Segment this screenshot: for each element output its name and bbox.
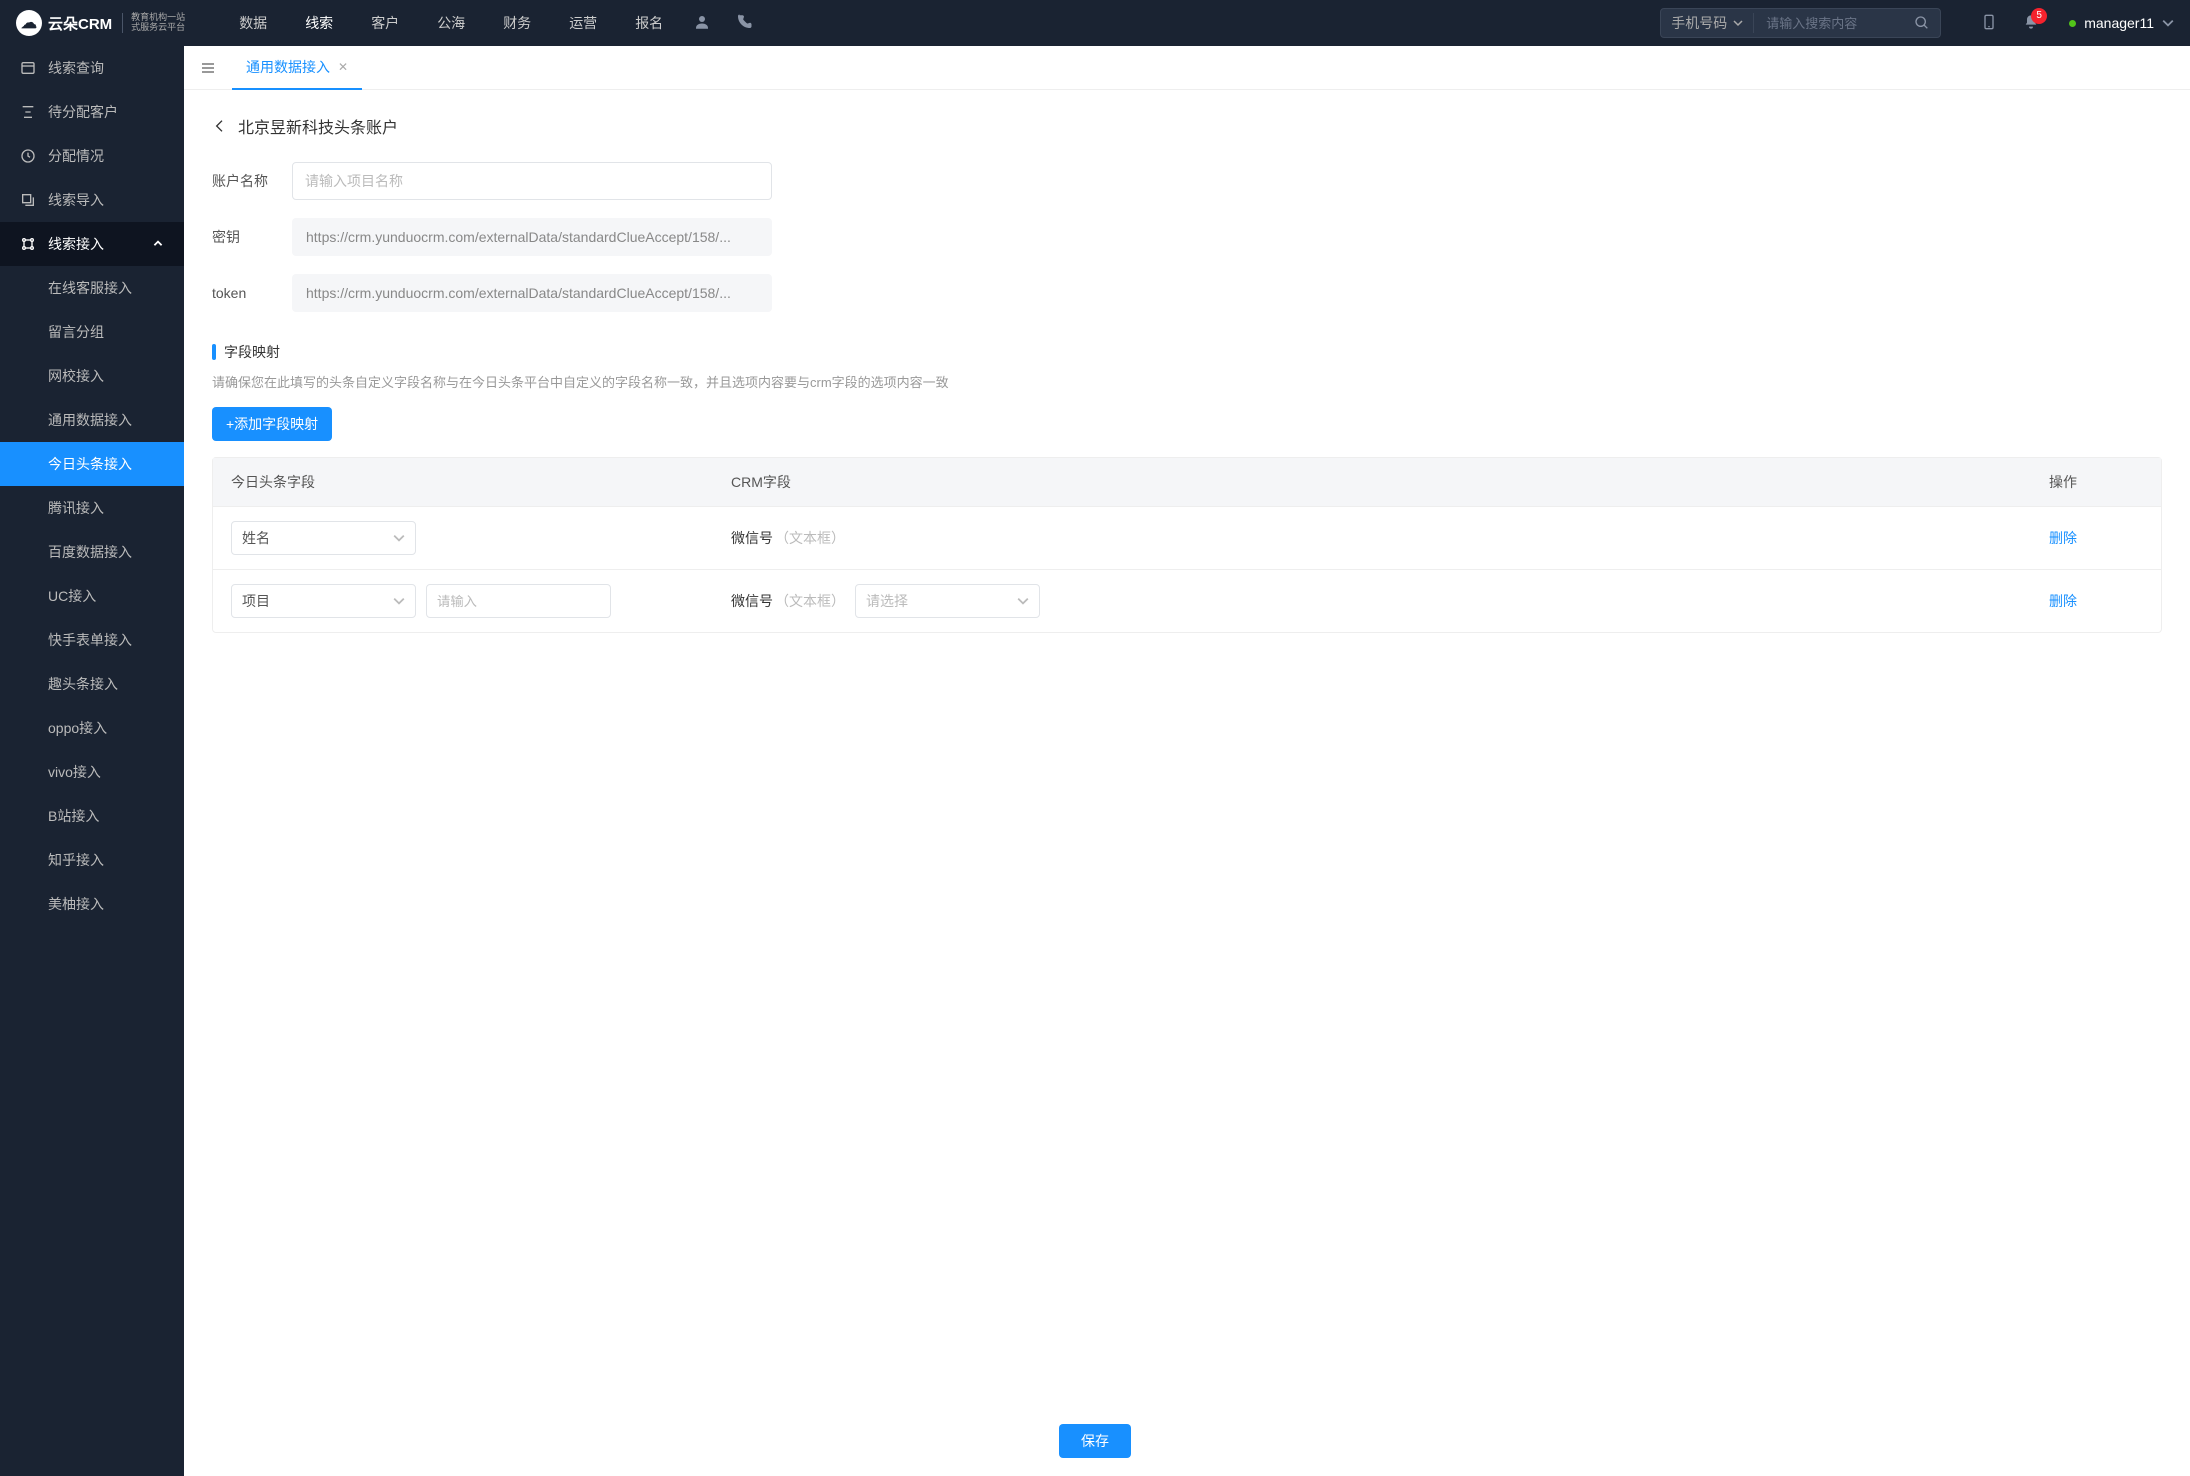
delete-button[interactable]: 删除 bbox=[2049, 591, 2077, 611]
sidebar-item-label: 待分配客户 bbox=[48, 102, 118, 122]
delete-button[interactable]: 删除 bbox=[2049, 528, 2077, 548]
sidebar-sub-item[interactable]: 今日头条接入 bbox=[0, 442, 184, 486]
account-name-input[interactable] bbox=[292, 162, 772, 200]
chevron-down-icon bbox=[2162, 17, 2174, 29]
table-row: 姓名 微信号（文本框） 删除 bbox=[213, 506, 2161, 569]
source-field-select[interactable]: 姓名 bbox=[231, 521, 416, 555]
username: manager11 bbox=[2084, 15, 2154, 31]
nav-item[interactable]: 公海 bbox=[437, 13, 465, 33]
nav-item[interactable]: 线索 bbox=[305, 13, 333, 33]
secret-value: https://crm.yunduocrm.com/externalData/s… bbox=[292, 218, 772, 256]
chevron-icon bbox=[152, 238, 164, 250]
crm-field-type: （文本框） bbox=[775, 593, 845, 609]
search-type-select[interactable]: 手机号码 bbox=[1661, 13, 1754, 33]
chevron-down-icon bbox=[393, 532, 405, 544]
crm-field-select[interactable]: 请选择 bbox=[855, 584, 1040, 618]
field-mapping-table: 今日头条字段 CRM字段 操作 姓名微信号（文本框）删除项目微信号（文本框）请选… bbox=[212, 457, 2162, 633]
account-name-label: 账户名称 bbox=[212, 171, 292, 191]
brand-name: 云朵CRM bbox=[48, 13, 112, 34]
secret-label: 密钥 bbox=[212, 227, 292, 247]
notification-badge: 5 bbox=[2031, 8, 2047, 24]
table-row: 项目 微信号（文本框） 请选择 删除 bbox=[213, 569, 2161, 632]
sidebar-item[interactable]: 待分配客户 bbox=[0, 90, 184, 134]
tab[interactable]: 通用数据接入 ✕ bbox=[232, 46, 362, 90]
sidebar-item-label: 分配情况 bbox=[48, 146, 104, 166]
user-menu[interactable]: manager11 bbox=[2069, 15, 2174, 31]
sidebar-item-label: 线索查询 bbox=[48, 58, 104, 78]
back-icon[interactable] bbox=[212, 118, 228, 134]
tabs-bar: 通用数据接入 ✕ bbox=[184, 46, 2190, 90]
sidebar-item-label: 线索接入 bbox=[48, 234, 104, 254]
save-button[interactable]: 保存 bbox=[1059, 1424, 1131, 1458]
sidebar-sub-item[interactable]: vivo接入 bbox=[0, 750, 184, 794]
sidebar-sub-item[interactable]: 在线客服接入 bbox=[0, 266, 184, 310]
user-icon[interactable] bbox=[693, 13, 711, 34]
nav-item[interactable]: 财务 bbox=[503, 13, 531, 33]
token-label: token bbox=[212, 285, 292, 301]
sidebar-icon bbox=[20, 192, 36, 208]
brand-tagline: 教育机构一站 式服务云平台 bbox=[122, 13, 185, 33]
table-col-source: 今日头条字段 bbox=[213, 458, 713, 506]
sidebar-sub-item[interactable]: 通用数据接入 bbox=[0, 398, 184, 442]
nav-item[interactable]: 客户 bbox=[371, 13, 399, 33]
tab-label: 通用数据接入 bbox=[246, 57, 330, 77]
chevron-down-icon bbox=[1733, 18, 1743, 28]
source-field-select[interactable]: 项目 bbox=[231, 584, 416, 618]
sidebar-sub-item[interactable]: 快手表单接入 bbox=[0, 618, 184, 662]
cloud-icon: ☁ bbox=[16, 10, 42, 36]
brand-logo: ☁ 云朵CRM 教育机构一站 式服务云平台 bbox=[16, 10, 185, 36]
sidebar-item[interactable]: 线索查询 bbox=[0, 46, 184, 90]
sidebar-sub-item[interactable]: 美柚接入 bbox=[0, 882, 184, 926]
sidebar-sub-item[interactable]: 知乎接入 bbox=[0, 838, 184, 882]
sidebar-item-label: 线索导入 bbox=[48, 190, 104, 210]
sidebar-icon bbox=[20, 236, 36, 252]
sidebar-item[interactable]: 线索接入 bbox=[0, 222, 184, 266]
sidebar-item[interactable]: 线索导入 bbox=[0, 178, 184, 222]
sidebar-icon bbox=[20, 148, 36, 164]
search-button[interactable] bbox=[1904, 9, 1940, 37]
add-field-mapping-button[interactable]: +添加字段映射 bbox=[212, 407, 332, 441]
sidebar-sub-item[interactable]: B站接入 bbox=[0, 794, 184, 838]
status-dot bbox=[2069, 20, 2076, 27]
mobile-icon[interactable] bbox=[1981, 14, 1997, 33]
phone-icon[interactable] bbox=[735, 13, 753, 34]
sidebar-sub-item[interactable]: 留言分组 bbox=[0, 310, 184, 354]
chevron-down-icon bbox=[1017, 595, 1029, 607]
top-nav-items: 数据 线索 客户 公海 财务 运营 报名 bbox=[239, 13, 663, 33]
chevron-down-icon bbox=[393, 595, 405, 607]
token-value: https://crm.yunduocrm.com/externalData/s… bbox=[292, 274, 772, 312]
sidebar-icon bbox=[20, 60, 36, 76]
sidebar-icon bbox=[20, 104, 36, 120]
nav-item[interactable]: 运营 bbox=[569, 13, 597, 33]
sidebar-sub-item[interactable]: 腾讯接入 bbox=[0, 486, 184, 530]
sidebar-sub-item[interactable]: 趣头条接入 bbox=[0, 662, 184, 706]
nav-item[interactable]: 报名 bbox=[635, 13, 663, 33]
nav-item[interactable]: 数据 bbox=[239, 13, 267, 33]
table-col-action: 操作 bbox=[2031, 458, 2161, 506]
bell-icon[interactable]: 5 bbox=[2023, 14, 2039, 33]
crm-field-name: 微信号 bbox=[731, 530, 773, 546]
source-field-input[interactable] bbox=[426, 584, 611, 618]
menu-toggle-icon[interactable] bbox=[194, 54, 222, 82]
sidebar-item[interactable]: 分配情况 bbox=[0, 134, 184, 178]
sidebar-sub-item[interactable]: 百度数据接入 bbox=[0, 530, 184, 574]
sidebar-sub-item[interactable]: 网校接入 bbox=[0, 354, 184, 398]
section-hint: 请确保您在此填写的头条自定义字段名称与在今日头条平台中自定义的字段名称一致，并且… bbox=[212, 372, 2162, 391]
sidebar: 线索查询待分配客户分配情况线索导入线索接入在线客服接入留言分组网校接入通用数据接… bbox=[0, 46, 184, 1476]
page-title: 北京昱新科技头条账户 bbox=[238, 114, 398, 138]
search-input[interactable] bbox=[1754, 9, 1904, 37]
sidebar-sub-item[interactable]: oppo接入 bbox=[0, 706, 184, 750]
search-box: 手机号码 bbox=[1660, 8, 1941, 38]
table-col-crm: CRM字段 bbox=[713, 458, 2031, 506]
sidebar-sub-item[interactable]: UC接入 bbox=[0, 574, 184, 618]
crm-field-name: 微信号 bbox=[731, 593, 773, 609]
crm-field-type: （文本框） bbox=[775, 530, 845, 546]
close-icon[interactable]: ✕ bbox=[338, 60, 348, 74]
section-title: 字段映射 bbox=[212, 342, 2162, 362]
